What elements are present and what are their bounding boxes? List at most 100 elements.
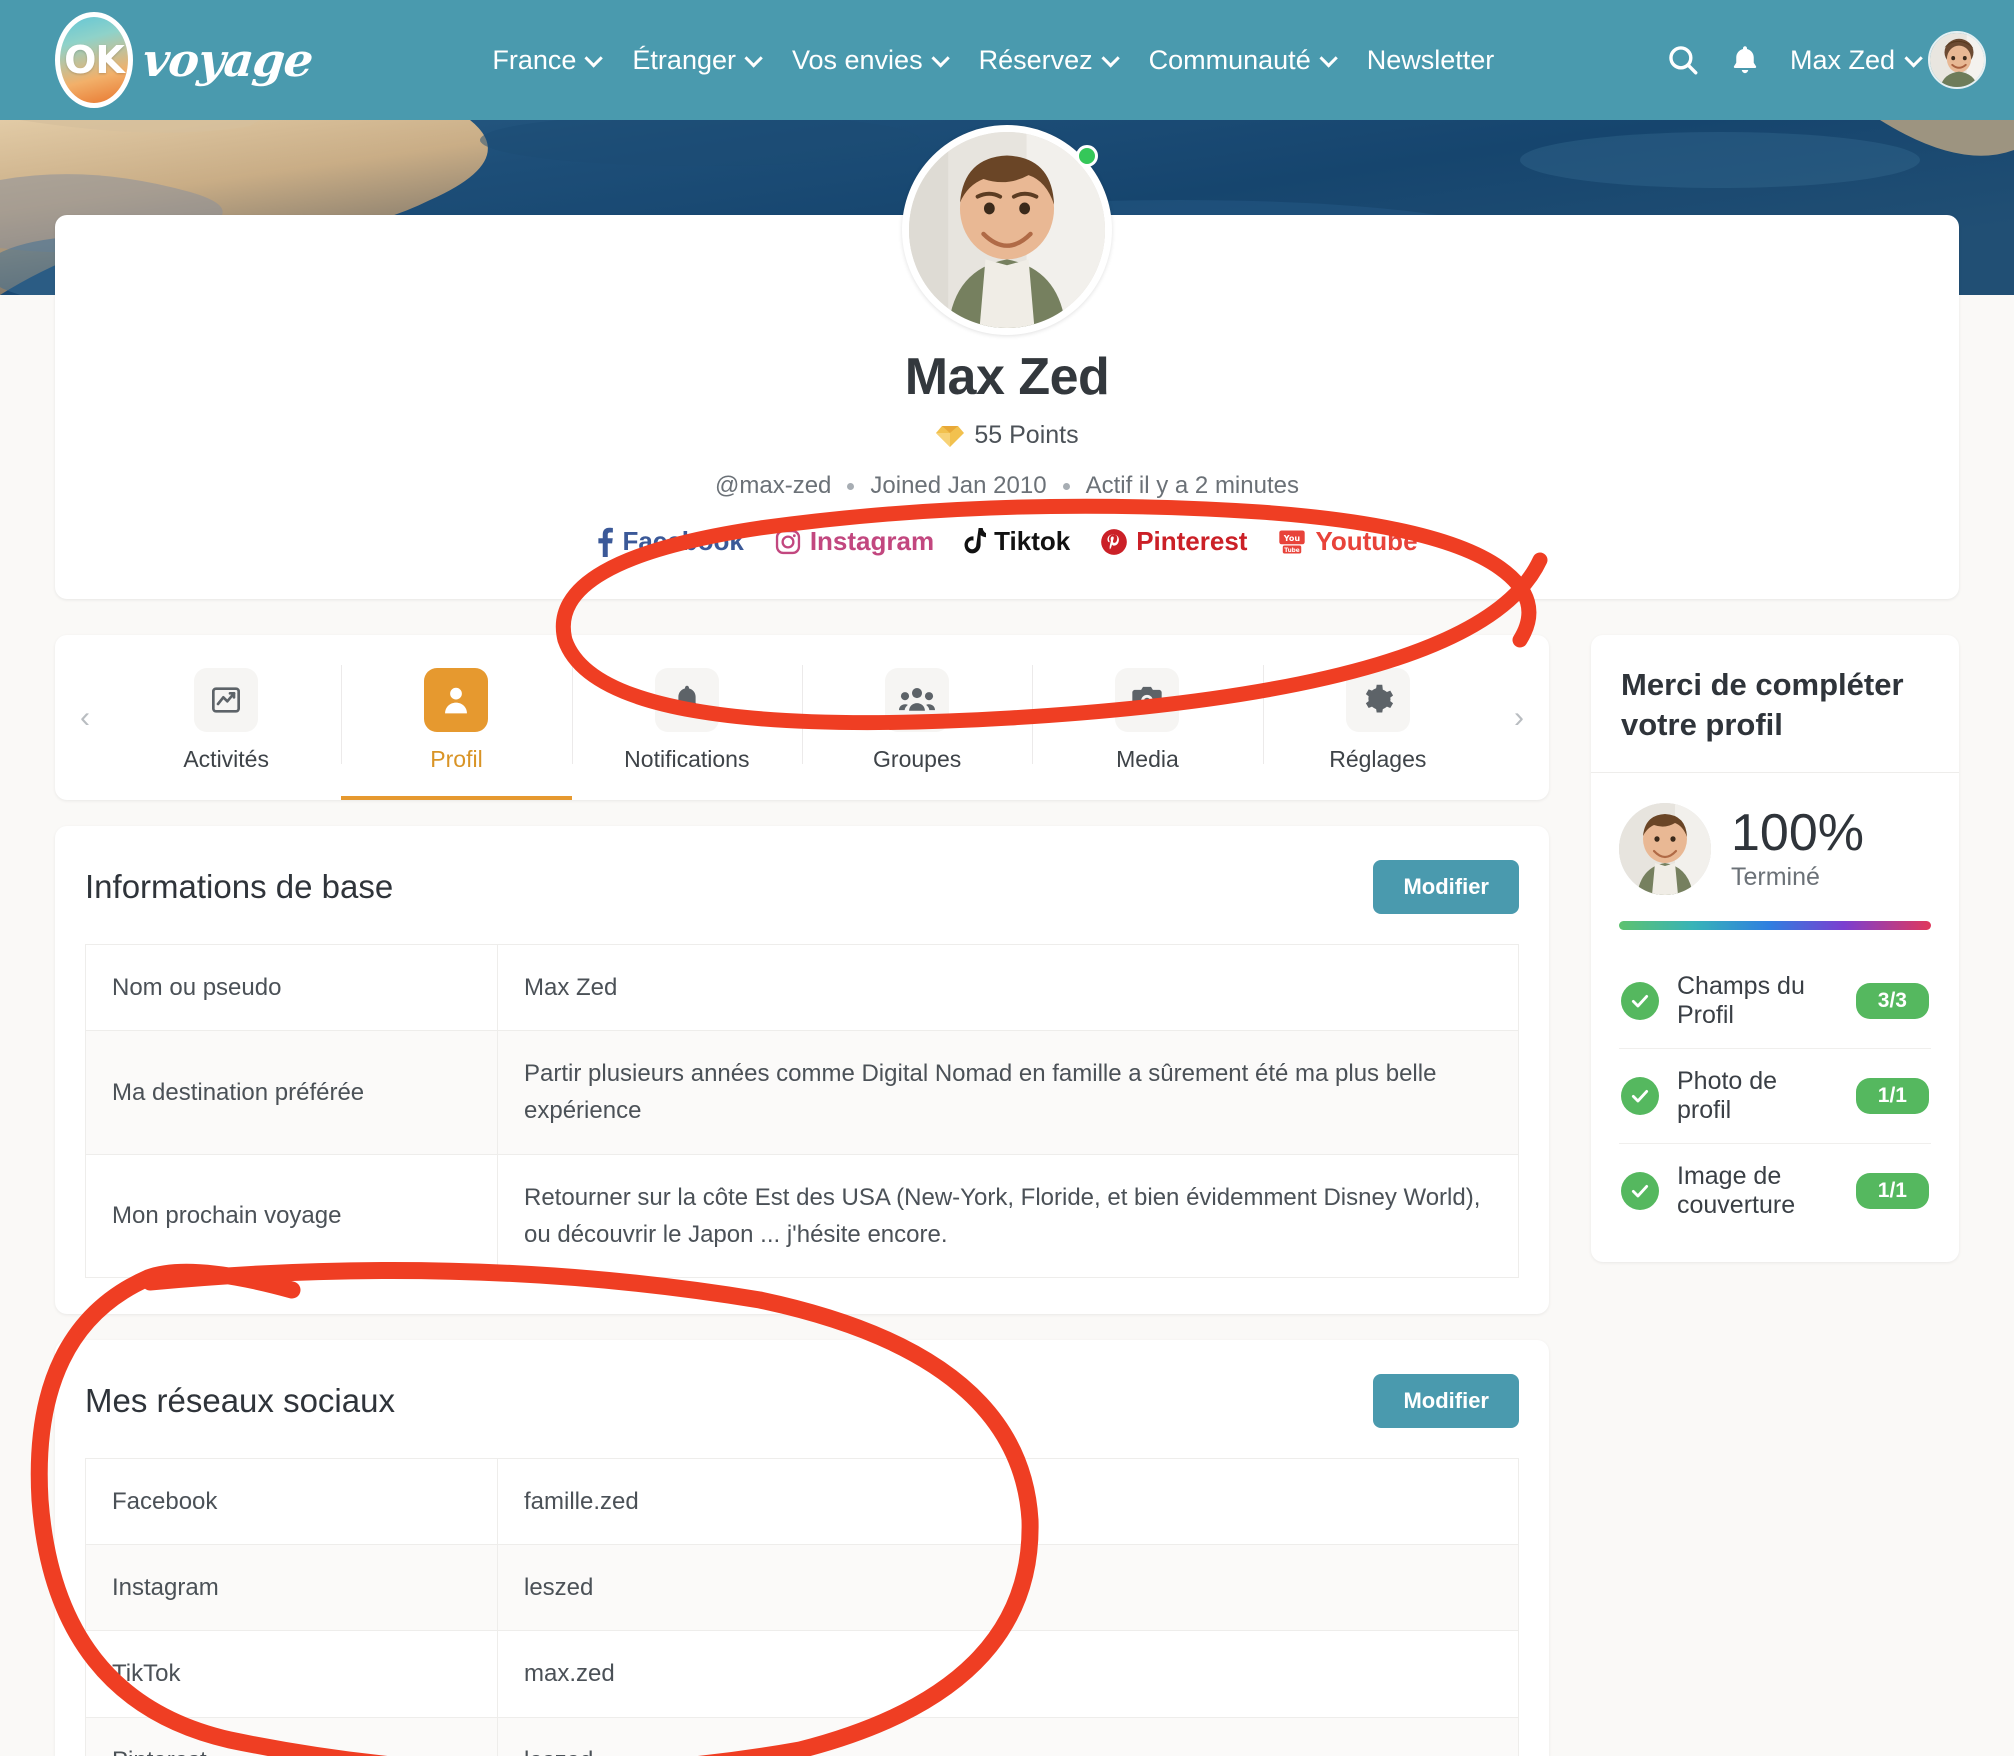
social-label: Youtube — [1315, 526, 1418, 556]
table-row: Facebook famille.zed — [85, 1457, 1519, 1546]
section-title: Informations de base — [85, 868, 394, 905]
row-key: Instagram — [85, 1544, 498, 1632]
nav-item-france[interactable]: France — [492, 44, 604, 76]
nav-item-reservez[interactable]: Réservez — [978, 44, 1120, 76]
tab-label: Notifications — [624, 746, 750, 772]
completion-progress-bar — [1619, 921, 1931, 931]
search-icon[interactable] — [1666, 43, 1700, 77]
row-value: Max Zed — [497, 943, 1519, 1032]
nav-label: Newsletter — [1366, 44, 1495, 75]
svg-text:Tube: Tube — [1285, 547, 1300, 553]
completion-body: 100% Terminé Champs du Profil 3/3 Photo … — [1591, 773, 1959, 1262]
site-logo[interactable]: OK voyage — [55, 12, 316, 108]
logo-mark-icon: OK — [55, 12, 133, 108]
edit-social-networks-button[interactable]: Modifier — [1373, 1373, 1519, 1428]
profile-social-links: Facebook Instagram Tiktok Pinterest You … — [55, 526, 1959, 557]
site-header: OK voyage France Étranger Vos envies Rés… — [0, 0, 2014, 120]
social-link-pinterest[interactable]: Pinterest — [1100, 526, 1247, 557]
facebook-icon — [598, 527, 614, 557]
primary-navigation: France Étranger Vos envies Réservez Comm… — [492, 45, 1494, 76]
row-key: Pinterest — [85, 1716, 498, 1756]
tabs-next-arrow[interactable]: › — [1493, 635, 1545, 800]
completion-percent-block: 100% Terminé — [1731, 807, 1864, 892]
profile-joined: Joined Jan 2010 — [870, 472, 1047, 499]
social-networks-table: Facebook famille.zed Instagram leszed Ti… — [85, 1457, 1519, 1756]
table-row: Nom ou pseudo Max Zed — [85, 943, 1519, 1032]
row-value: max.zed — [497, 1630, 1519, 1718]
tabs-prev-arrow[interactable]: ‹ — [59, 635, 111, 800]
row-key: Facebook — [85, 1457, 498, 1546]
social-networks-header: Mes réseaux sociaux Modifier — [85, 1373, 1519, 1428]
table-row: Pinterest leszed — [85, 1716, 1519, 1756]
basic-info-card: Informations de base Modifier Nom ou pse… — [55, 826, 1549, 1314]
row-value: leszed — [497, 1716, 1519, 1756]
separator-dot-icon — [847, 482, 855, 490]
social-link-youtube[interactable]: You Tube Youtube — [1277, 526, 1418, 557]
nav-item-newsletter[interactable]: Newsletter — [1367, 45, 1495, 76]
list-item: Photo de profil 1/1 — [1619, 1049, 1931, 1145]
list-item: Image de couverture 1/1 — [1619, 1144, 1931, 1238]
completion-percent-label: Terminé — [1731, 862, 1820, 891]
row-value: leszed — [497, 1544, 1519, 1632]
check-icon — [1621, 1077, 1659, 1116]
gear-icon — [1345, 668, 1410, 732]
main-column: ‹ Activités Profil Notifications Groupes… — [55, 635, 1549, 1756]
nav-label: France — [492, 44, 577, 75]
profile-completion-card: Merci de compléter votre profil 100% Ter… — [1591, 635, 1959, 1263]
tab-media[interactable]: Media — [1032, 635, 1262, 800]
completion-header: Merci de compléter votre profil — [1591, 635, 1959, 774]
tab-profil[interactable]: Profil — [341, 635, 572, 800]
tab-activites[interactable]: Activités — [111, 635, 341, 800]
people-icon — [885, 668, 950, 732]
chevron-down-icon — [931, 48, 950, 68]
row-value: Retourner sur la côte Est des USA (New-Y… — [497, 1153, 1519, 1278]
social-label: Facebook — [622, 526, 744, 556]
nav-label: Réservez — [978, 44, 1093, 75]
svg-text:You: You — [1283, 533, 1301, 542]
tab-groupes[interactable]: Groupes — [801, 635, 1032, 800]
basic-info-table: Nom ou pseudo Max Zed Ma destination pré… — [85, 943, 1519, 1278]
social-label: Tiktok — [994, 526, 1071, 556]
header-actions: Max Zed — [1666, 31, 1986, 89]
user-menu[interactable]: Max Zed — [1790, 31, 1986, 89]
status-badge: 1/1 — [1855, 1173, 1929, 1210]
status-badge: 1/1 — [1855, 1078, 1929, 1115]
list-item: Champs du Profil 3/3 — [1619, 954, 1931, 1050]
profile-summary-card: Max Zed 55 Points @max-zed Joined Jan 20… — [55, 125, 1959, 599]
nav-item-communaute[interactable]: Communauté — [1149, 45, 1338, 76]
tab-reglages[interactable]: Réglages — [1262, 635, 1493, 800]
tabs-scroll: Activités Profil Notifications Groupes M… — [111, 635, 1493, 800]
social-link-instagram[interactable]: Instagram — [774, 526, 934, 557]
check-icon — [1621, 1172, 1659, 1211]
status-badge: 3/3 — [1855, 983, 1929, 1020]
completion-percent: 100% — [1731, 803, 1864, 862]
social-link-facebook[interactable]: Facebook — [596, 526, 744, 557]
tab-label: Réglages — [1329, 746, 1427, 772]
logo-wordmark: voyage — [140, 33, 316, 87]
user-menu-label: Max Zed — [1789, 44, 1895, 75]
sidebar: Merci de compléter votre profil 100% Ter… — [1591, 635, 1959, 1263]
row-key: Nom ou pseudo — [85, 943, 498, 1032]
checklist-label: Image de couverture — [1677, 1162, 1796, 1220]
table-row: TikTok max.zed — [85, 1630, 1519, 1718]
nav-item-etranger[interactable]: Étranger — [632, 44, 763, 76]
page-title: Max Zed — [904, 348, 1110, 406]
person-icon — [424, 668, 489, 732]
social-networks-card: Mes réseaux sociaux Modifier Facebook fa… — [55, 1339, 1549, 1756]
chart-icon — [194, 668, 259, 732]
completion-percent-row: 100% Terminé — [1619, 803, 1931, 896]
online-status-indicator — [1076, 145, 1098, 167]
tab-label: Groupes — [873, 746, 962, 772]
social-link-tiktok[interactable]: Tiktok — [964, 526, 1070, 557]
chevron-down-icon — [1319, 48, 1338, 68]
page-body: Max Zed 55 Points @max-zed Joined Jan 20… — [0, 125, 2014, 1756]
check-icon — [1621, 982, 1659, 1021]
tab-notifications[interactable]: Notifications — [571, 635, 802, 800]
avatar — [1619, 803, 1711, 896]
profile-avatar-wrap[interactable] — [902, 125, 1112, 335]
nav-item-vos-envies[interactable]: Vos envies — [792, 45, 950, 76]
bell-icon[interactable] — [1730, 43, 1760, 77]
nav-label: Étranger — [632, 44, 736, 75]
edit-basic-info-button[interactable]: Modifier — [1373, 860, 1519, 914]
row-value: famille.zed — [497, 1457, 1519, 1546]
